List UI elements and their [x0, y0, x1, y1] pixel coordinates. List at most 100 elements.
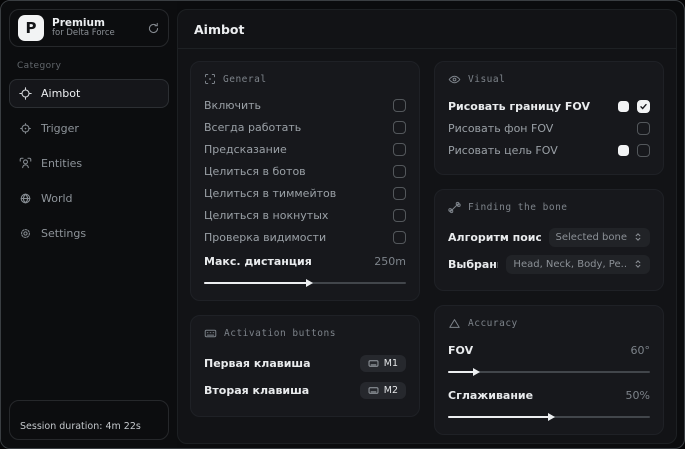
keyboard-icon: [204, 327, 217, 340]
setting-label: Выбранные кости: [448, 257, 498, 271]
sidebar-item-entities[interactable]: Entities: [9, 149, 169, 178]
slider-row: Макс. дистанция 250m: [204, 251, 406, 272]
section-title: Visual: [468, 74, 506, 85]
focus-frame-icon: [204, 73, 216, 85]
checkbox[interactable]: [637, 122, 650, 135]
checkbox[interactable]: [637, 144, 650, 157]
setting-row: Рисовать фон FOV: [448, 118, 650, 139]
premium-box: P Premium for Delta Force: [9, 9, 169, 47]
sidebar-item-world[interactable]: World: [9, 184, 169, 213]
setting-label: Всегда работать: [204, 121, 302, 134]
triangle-icon: [448, 317, 461, 330]
checkbox[interactable]: [393, 209, 406, 222]
dropdown-value: Head, Neck, Body, Pe..: [513, 258, 627, 270]
setting-row: Всегда работать: [204, 117, 406, 138]
setting-label: Целиться в тиммейтов: [204, 187, 337, 200]
slider-value: 50%: [625, 389, 650, 402]
globe-icon: [19, 192, 32, 205]
app-window: P Premium for Delta Force Category Aimbo…: [0, 0, 685, 449]
keyboard-icon: [368, 358, 379, 369]
fov-slider[interactable]: [448, 368, 650, 376]
setting-label: Первая клавиша: [204, 356, 311, 370]
setting-row: Алгоритм поиска костей Selected bone: [448, 224, 650, 250]
dropdown-value: Selected bone: [555, 231, 627, 243]
slider-row: Сглаживание 50%: [448, 385, 650, 406]
setting-row: Рисовать границу FOV: [448, 96, 650, 117]
main-panel: Aimbot General Включить Всегда работать …: [177, 9, 677, 444]
setting-row: Предсказание: [204, 139, 406, 160]
checkbox[interactable]: [393, 143, 406, 156]
slider-row: FOV 60°: [448, 340, 650, 361]
sidebar-item-label: Settings: [41, 227, 87, 240]
bone-algorithm-dropdown[interactable]: Selected bone: [548, 227, 650, 247]
color-swatch[interactable]: [618, 101, 629, 112]
selected-bones-dropdown[interactable]: Head, Neck, Body, Pe..: [506, 254, 650, 274]
section-title: Accuracy: [468, 318, 518, 329]
setting-label: Рисовать фон FOV: [448, 122, 554, 135]
session-duration-label: Session duration: 4m 22s: [20, 421, 141, 432]
setting-label: Включить: [204, 99, 262, 112]
setting-label: Целиться в ботов: [204, 165, 306, 178]
keybind-value: M1: [383, 357, 398, 369]
max-distance-slider[interactable]: [204, 279, 406, 287]
entities-person-icon: [19, 157, 32, 170]
slider-value: 60°: [630, 344, 651, 357]
slider-value: 250m: [374, 255, 406, 268]
keybind-button[interactable]: M1: [359, 354, 406, 372]
keyboard-icon: [368, 385, 379, 396]
sidebar-item-settings[interactable]: Settings: [9, 219, 169, 248]
setting-label: Предсказание: [204, 143, 287, 156]
card-accuracy: Accuracy FOV 60° Сглаживание 50%: [434, 305, 664, 435]
unfold-icon: [633, 259, 643, 269]
slider-label: Сглаживание: [448, 389, 534, 402]
premium-subtitle: for Delta Force: [52, 28, 115, 39]
sidebar: P Premium for Delta Force Category Aimbo…: [1, 1, 177, 448]
setting-label: Рисовать границу FOV: [448, 100, 590, 113]
checkbox[interactable]: [393, 187, 406, 200]
checkbox[interactable]: [393, 165, 406, 178]
setting-label: Вторая клавиша: [204, 383, 310, 397]
section-title: Finding the bone: [468, 202, 568, 213]
slider-label: Макс. дистанция: [204, 255, 312, 268]
setting-label: Алгоритм поиска костей: [448, 230, 541, 244]
crosshair-icon: [19, 87, 32, 100]
smoothing-slider[interactable]: [448, 413, 650, 421]
card-activation-buttons: Activation buttons Первая клавиша M1 Вто…: [190, 315, 420, 417]
sidebar-item-aimbot[interactable]: Aimbot: [9, 79, 169, 108]
setting-row: Выбранные кости Head, Neck, Body, Pe..: [448, 251, 650, 277]
sidebar-item-label: Trigger: [41, 122, 79, 135]
sync-icon[interactable]: [147, 22, 160, 35]
bone-icon: [448, 201, 461, 214]
checkbox[interactable]: [637, 100, 650, 113]
card-general: General Включить Всегда работать Предска…: [190, 61, 420, 301]
setting-label: Проверка видимости: [204, 231, 327, 244]
sidebar-item-label: Aimbot: [41, 87, 81, 100]
setting-row: Вторая клавиша M2: [204, 377, 406, 403]
setting-label: Целиться в нокнутых: [204, 209, 329, 222]
category-label: Category: [17, 61, 62, 71]
unfold-icon: [633, 232, 643, 242]
sidebar-item-trigger[interactable]: Trigger: [9, 114, 169, 143]
card-finding-the-bone: Finding the bone Алгоритм поиска костей …: [434, 189, 664, 291]
session-duration-box: Session duration: 4m 22s: [9, 400, 169, 440]
setting-row: Целиться в тиммейтов: [204, 183, 406, 204]
app-logo: P: [18, 15, 44, 41]
setting-row: Первая клавиша M1: [204, 350, 406, 376]
color-swatch[interactable]: [618, 145, 629, 156]
keybind-value: M2: [383, 384, 398, 396]
eye-icon: [448, 73, 461, 86]
checkbox[interactable]: [393, 121, 406, 134]
slider-label: FOV: [448, 344, 474, 357]
section-title: General: [223, 73, 267, 85]
sidebar-item-label: Entities: [41, 157, 83, 170]
trigger-scope-icon: [19, 122, 32, 135]
page-title: Aimbot: [178, 10, 676, 49]
checkbox[interactable]: [393, 99, 406, 112]
checkbox[interactable]: [393, 231, 406, 244]
setting-row: Рисовать цель FOV: [448, 140, 650, 161]
keybind-button[interactable]: M2: [359, 381, 406, 399]
section-title: Activation buttons: [224, 328, 336, 339]
setting-row: Целиться в ботов: [204, 161, 406, 182]
setting-row: Включить: [204, 95, 406, 116]
sidebar-item-label: World: [41, 192, 73, 205]
